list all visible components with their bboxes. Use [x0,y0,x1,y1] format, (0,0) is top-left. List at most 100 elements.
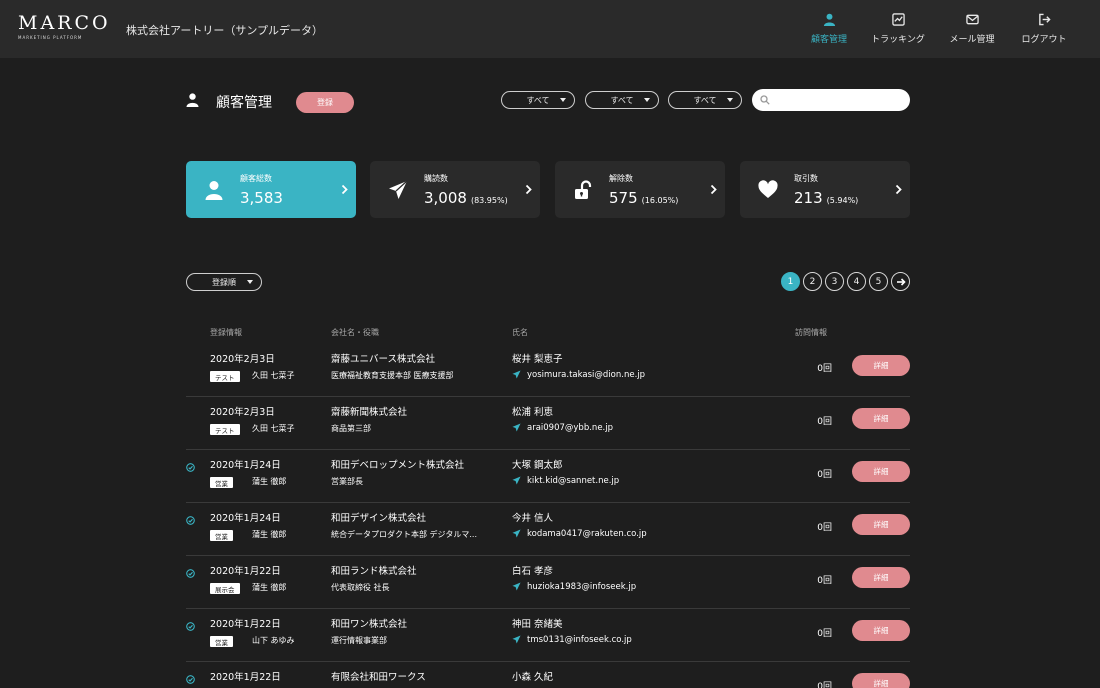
table-row: 2020年1月22日 有限会社和田ワークス 小森 久紀 0回 詳細 [186,662,910,688]
nav-logout[interactable]: ログアウト [1016,0,1072,58]
customer-email: arai0907@ybb.ne.jp [527,423,614,433]
page-3-button[interactable]: 3 [825,272,844,291]
next-page-button[interactable] [891,272,910,291]
sort-select[interactable]: 登録順 [186,273,262,291]
check-circle-icon [186,675,195,684]
nav-tracking[interactable]: トラッキング [868,0,928,58]
stat-card-unsubscribed[interactable]: 解除数 575 (16.05%) [555,161,725,218]
company-name-cell: 和田ランド株式会社 [331,566,417,577]
paper-plane-icon [512,370,521,379]
visit-count: 0回 [817,523,832,533]
chevron-right-icon [525,184,532,195]
source-tag: 営業 [210,477,233,488]
detail-button[interactable]: 詳細 [852,514,910,535]
page-4-button[interactable]: 4 [847,272,866,291]
detail-button[interactable]: 詳細 [852,461,910,482]
department-cell: 営業部長 [331,477,363,486]
visit-count: 0回 [817,682,832,688]
filter-select-2[interactable]: すべて [585,91,659,109]
nav-label: メール管理 [949,35,995,45]
top-bar: MARCO MARKETING PLATFORM 株式会社アートリー（サンプルデ… [0,0,1100,58]
assignee-name: 蒲生 徹郎 [252,530,287,539]
customer-email: huzioka1983@infoseek.jp [527,582,637,592]
registration-date: 2020年1月24日 [210,513,281,524]
column-header-name: 氏名 [512,328,528,337]
logo-text: MARCO [18,12,111,34]
chart-icon [891,13,905,26]
stat-value: 3,008 (83.95%) [424,189,508,207]
detail-button[interactable]: 詳細 [852,673,910,688]
stat-value: 213 (5.94%) [794,189,859,207]
filter-select-1[interactable]: すべて [501,91,575,109]
detail-button[interactable]: 詳細 [852,567,910,588]
paper-plane-icon [512,529,521,538]
paper-plane-icon [512,423,521,432]
department-cell: 商品第三部 [331,424,371,433]
paper-plane-icon [389,180,408,199]
chevron-right-icon [341,184,348,195]
registration-date: 2020年1月22日 [210,619,281,630]
assignee-name: 山下 あゆみ [252,636,295,645]
stat-label: 購読数 [424,174,448,183]
customer-email: tms0131@infoseek.co.jp [527,635,632,645]
page-1-button[interactable]: 1 [781,272,800,291]
department-cell: 運行情報事業部 [331,636,387,645]
search-box [752,89,910,111]
user-icon [186,93,199,107]
detail-button[interactable]: 詳細 [852,408,910,429]
caret-down-icon [247,280,253,284]
stat-value: 575 (16.05%) [609,189,679,207]
register-button[interactable]: 登録 [296,92,354,113]
search-icon [760,95,770,105]
nav-label: トラッキング [871,35,925,45]
mail-icon [965,14,979,25]
company-name-cell: 和田デザイン株式会社 [331,513,427,524]
page-title: 顧客管理 [216,95,272,111]
stat-card-deals[interactable]: 取引数 213 (5.94%) [740,161,910,218]
nav-label: 顧客管理 [810,35,847,45]
customer-email: yosimura.takasi@dion.ne.jp [527,370,646,380]
stat-card-total[interactable]: 顧客総数 3,583 [186,161,356,218]
check-circle-icon [186,622,195,631]
filter-select-3[interactable]: すべて [668,91,742,109]
detail-button[interactable]: 詳細 [852,355,910,376]
customer-name: 今井 信人 [512,513,554,524]
chevron-right-icon [710,184,717,195]
unlock-icon [575,180,592,199]
table-row: 2020年1月22日 営業 山下 あゆみ 和田ワン株式会社 運行情報事業部 神田 奈緒美 t… [186,609,910,662]
source-tag: テスト [210,424,240,435]
caret-down-icon [727,98,733,102]
assignee-name: 蒲生 徹郎 [252,583,287,592]
detail-button[interactable]: 詳細 [852,620,910,641]
company-name-cell: 齋藤新聞株式会社 [331,407,408,418]
check-circle-icon [186,516,195,525]
logo[interactable]: MARCO MARKETING PLATFORM [18,13,108,40]
registration-date: 2020年1月22日 [210,672,281,683]
column-header-registration: 登録情報 [210,328,242,337]
filter-value: すべて [526,95,550,105]
search-input[interactable] [774,92,902,108]
nav-customer[interactable]: 顧客管理 [806,0,852,58]
page-2-button[interactable]: 2 [803,272,822,291]
department-cell: 統合データプロダクト本部 デジタルマ... [331,530,478,539]
nav-mail[interactable]: メール管理 [944,0,1000,58]
stat-card-subscribed[interactable]: 購読数 3,008 (83.95%) [370,161,540,218]
stat-label: 解除数 [609,174,633,183]
customer-name: 小森 久紀 [512,672,554,683]
visit-count: 0回 [817,470,832,480]
caret-down-icon [560,98,566,102]
company-name-cell: 和田デベロップメント株式会社 [331,460,465,471]
logout-icon [1038,13,1051,26]
customer-email: kodama0417@rakuten.co.jp [527,529,647,539]
source-tag: 展示会 [210,583,240,594]
column-header-company: 会社名・役職 [331,328,379,337]
paper-plane-icon [512,476,521,485]
customer-name: 神田 奈緒美 [512,619,563,630]
registration-date: 2020年1月22日 [210,566,281,577]
page-5-button[interactable]: 5 [869,272,888,291]
column-header-visits: 訪問情報 [795,328,827,337]
user-icon [205,181,223,200]
paper-plane-icon [512,582,521,591]
customer-name: 松浦 利恵 [512,407,554,418]
sort-value: 登録順 [212,277,236,287]
